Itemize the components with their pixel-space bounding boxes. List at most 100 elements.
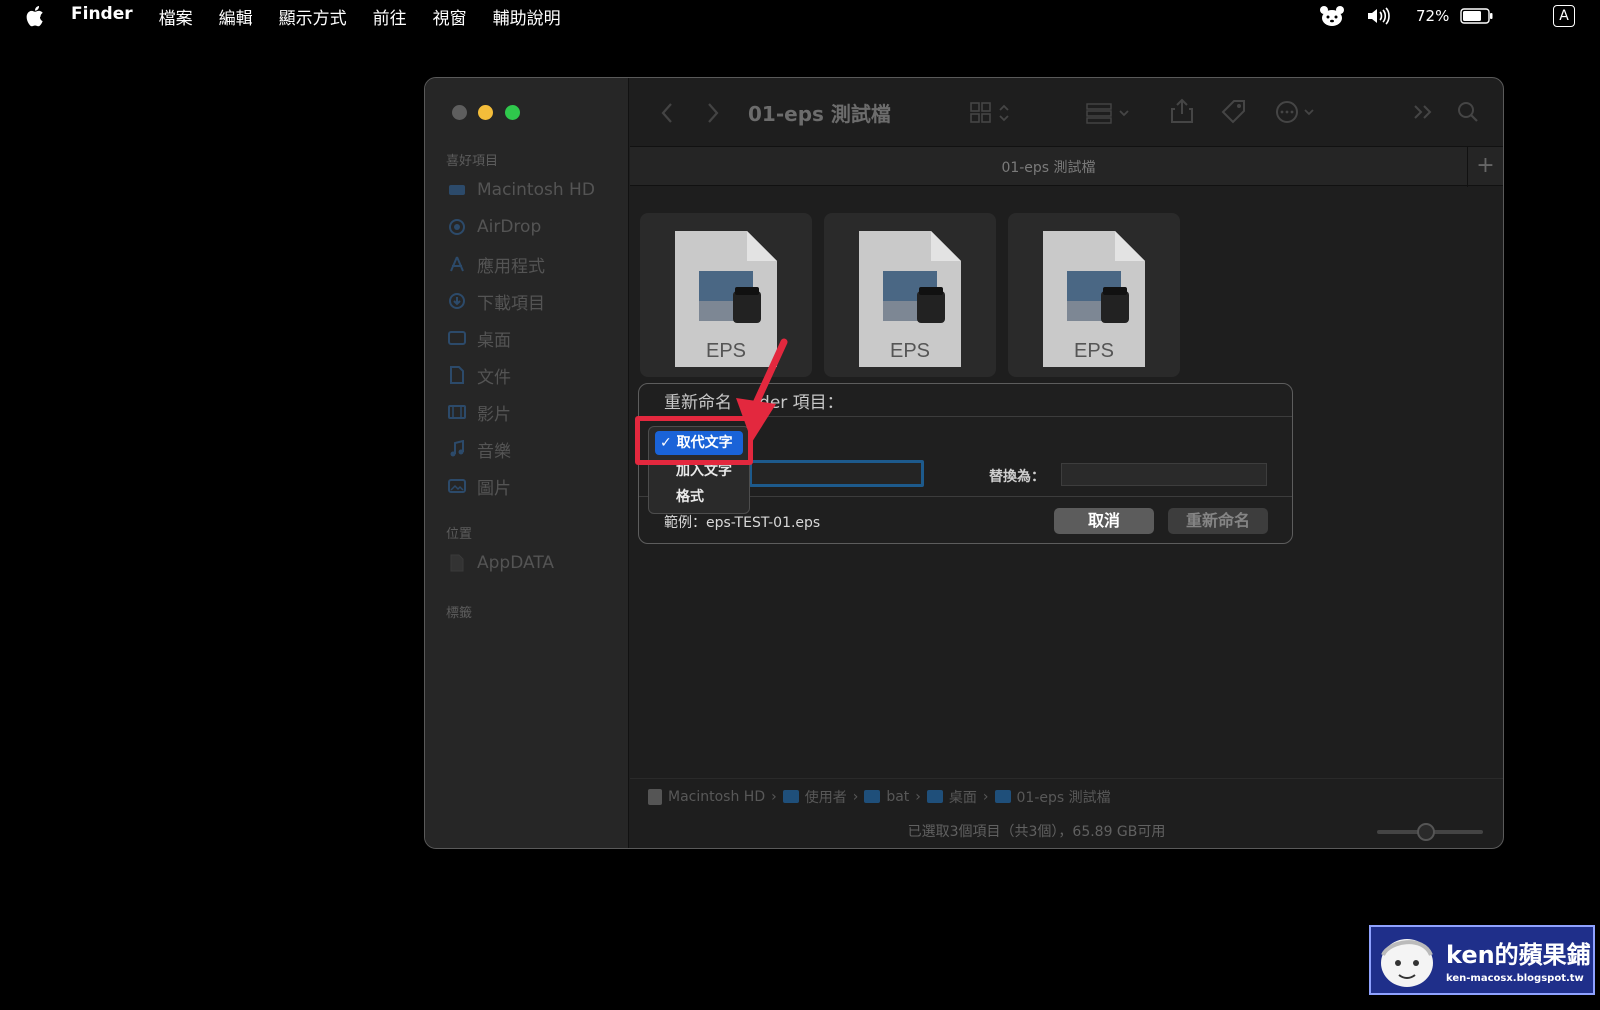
folder-icon	[782, 790, 799, 803]
menu-app-finder[interactable]: Finder	[71, 4, 133, 29]
sidebar-item-label: 圖片	[477, 478, 511, 499]
path-separator: ›	[982, 788, 989, 805]
path-bar: Macintosh HD › 使用者 › bat › 桌面 › 01-eps 測…	[630, 778, 1503, 814]
menu-window[interactable]: 視窗	[433, 4, 467, 29]
folder-icon	[926, 790, 943, 803]
volume-icon[interactable]	[1366, 7, 1392, 25]
apple-menu-icon[interactable]	[26, 4, 46, 28]
dialog-title-left: 重新命名	[664, 393, 732, 413]
icon-size-slider[interactable]	[1377, 823, 1483, 841]
slider-knob[interactable]	[1417, 823, 1435, 841]
disk-icon	[447, 181, 467, 199]
group-icon[interactable]	[1086, 102, 1132, 124]
replace-input[interactable]	[1061, 463, 1267, 486]
eps-file-icon: EPS	[859, 231, 961, 367]
new-tab-button[interactable]: +	[1467, 147, 1503, 187]
path-separator: ›	[852, 788, 859, 805]
movie-icon	[447, 403, 467, 421]
battery-percent: 72%	[1416, 7, 1450, 25]
file-icon	[447, 554, 467, 572]
menu-file[interactable]: 檔案	[159, 4, 193, 29]
path-label: Macintosh HD	[668, 788, 766, 805]
path-item-bat[interactable]: bat	[864, 789, 909, 805]
sidebar-item-macintosh-hd[interactable]: Macintosh HD	[447, 175, 595, 205]
sidebar: 喜好項目 Macintosh HD AirDrop 應用程式 下載項目 桌面 文…	[425, 78, 629, 848]
tab-bar: 01-eps 測試檔 +	[630, 146, 1503, 187]
sidebar-section-locations: 位置	[446, 527, 473, 542]
zoom-button[interactable]	[505, 105, 520, 120]
menu-help[interactable]: 輔助說明	[493, 4, 561, 29]
document-icon	[447, 366, 467, 384]
example-text: 範例：eps-TEST-01.eps	[664, 515, 821, 531]
brand-url: ken-macosx.blogspot.tw	[1446, 973, 1584, 984]
forward-icon[interactable]	[706, 102, 720, 124]
sidebar-item-music[interactable]: 音樂	[447, 434, 511, 464]
path-item-macintosh-hd[interactable]: Macintosh HD	[648, 788, 766, 805]
file-type-label: EPS	[890, 340, 930, 362]
bear-status-icon[interactable]	[1319, 5, 1345, 27]
folder-icon	[994, 790, 1011, 803]
path-item-desktop[interactable]: 桌面	[926, 787, 977, 807]
sidebar-item-label: Macintosh HD	[477, 180, 595, 200]
cancel-button[interactable]: 取消	[1054, 508, 1154, 534]
sidebar-item-label: AirDrop	[477, 217, 542, 237]
rename-button[interactable]: 重新命名	[1168, 508, 1268, 534]
download-icon	[447, 292, 467, 310]
file-item[interactable]: EPS	[824, 213, 996, 377]
sidebar-item-applications[interactable]: 應用程式	[447, 249, 545, 279]
desktop-icon	[447, 329, 467, 347]
sidebar-item-desktop[interactable]: 桌面	[447, 323, 511, 353]
sidebar-item-movies[interactable]: 影片	[447, 397, 511, 427]
eps-file-icon: EPS	[1043, 231, 1145, 367]
picture-icon	[447, 477, 467, 495]
menu-go[interactable]: 前往	[373, 4, 407, 29]
cartoon-face-icon	[1381, 939, 1433, 987]
toolbar: 01-eps 測試檔	[630, 78, 1503, 146]
apps-icon	[447, 255, 467, 273]
sidebar-item-downloads[interactable]: 下載項目	[447, 286, 545, 316]
tab-01-eps[interactable]: 01-eps 測試檔	[630, 157, 1467, 177]
find-input[interactable]	[749, 460, 924, 487]
folder-icon	[864, 790, 881, 803]
share-icon[interactable]	[1170, 98, 1194, 124]
annotation-arrow-icon	[736, 338, 788, 442]
overflow-icon[interactable]	[1413, 104, 1435, 120]
menubar: Finder 檔案 編輯 顯示方式 前往 視窗 輔助說明 72% A	[0, 0, 1600, 32]
status-bar: 已選取3個項目（共3個），65.89 GB可用	[907, 824, 1166, 840]
menu-view[interactable]: 顯示方式	[279, 4, 347, 29]
path-label: 使用者	[804, 789, 847, 806]
minimize-button[interactable]	[478, 105, 493, 120]
sidebar-item-documents[interactable]: 文件	[447, 360, 511, 390]
path-item-01-eps[interactable]: 01-eps 測試檔	[994, 787, 1111, 807]
path-item-users[interactable]: 使用者	[782, 787, 847, 807]
battery-icon[interactable]	[1460, 8, 1494, 24]
view-grid-icon[interactable]	[970, 102, 1014, 124]
sidebar-item-label: 桌面	[477, 330, 511, 351]
sidebar-item-label: 影片	[477, 404, 511, 425]
path-label: 01-eps 測試檔	[1016, 789, 1111, 806]
sidebar-item-label: AppDATA	[477, 553, 555, 573]
replace-label: 替換為：	[989, 469, 1045, 485]
file-type-label: EPS	[1074, 340, 1114, 362]
sidebar-item-pictures[interactable]: 圖片	[447, 471, 511, 501]
path-separator: ›	[771, 788, 777, 805]
back-icon[interactable]	[660, 102, 674, 124]
tag-icon[interactable]	[1220, 98, 1248, 126]
airdrop-icon	[447, 218, 467, 236]
sidebar-item-appdata[interactable]: AppDATA	[447, 548, 554, 578]
sidebar-item-label: 下載項目	[477, 293, 545, 314]
brand-watermark: ken的蘋果鋪 ken-macosx.blogspot.tw	[1369, 925, 1595, 995]
file-item[interactable]: EPS	[1008, 213, 1180, 377]
sidebar-item-label: 音樂	[477, 441, 511, 462]
path-label: 桌面	[948, 789, 977, 806]
menu-edit[interactable]: 編輯	[219, 4, 253, 29]
input-source-indicator[interactable]: A	[1553, 5, 1575, 27]
search-icon[interactable]	[1456, 100, 1480, 124]
close-button[interactable]	[452, 105, 467, 120]
brand-name: ken的蘋果鋪	[1446, 941, 1591, 969]
more-actions-icon[interactable]	[1275, 100, 1321, 124]
path-separator: ›	[915, 788, 921, 805]
sidebar-item-airdrop[interactable]: AirDrop	[447, 212, 541, 242]
option-format[interactable]: 格式	[676, 486, 704, 506]
disk-icon	[648, 788, 662, 805]
